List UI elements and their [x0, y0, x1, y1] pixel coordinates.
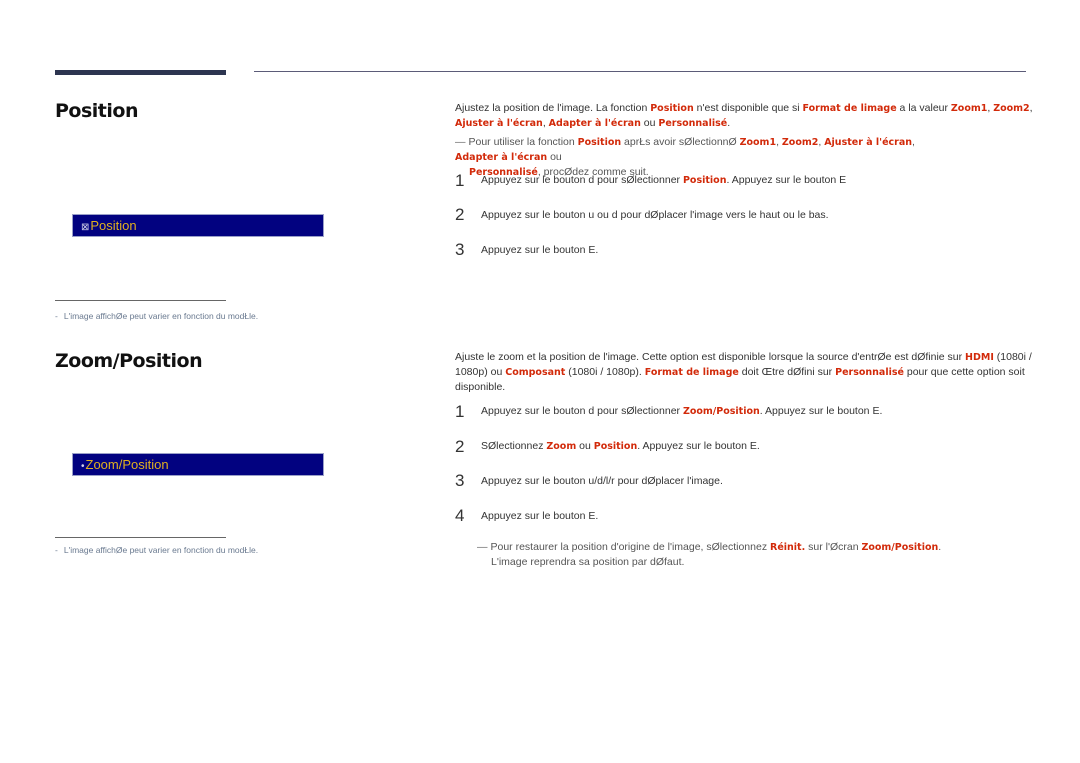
section1-intro: Ajustez la position de l'image. La fonct… — [455, 102, 1033, 129]
term-position: Position — [650, 103, 694, 114]
header-rule — [254, 71, 1026, 72]
term-reinit: Réinit. — [770, 542, 806, 553]
footnote-text: L'image affichØe peut varier en fonction… — [63, 545, 259, 555]
osd-label: Zoom/Position — [85, 457, 169, 472]
term-adapter: Adapter à l'écran — [548, 118, 641, 129]
term-zoom1: Zoom1 — [950, 103, 988, 114]
step: 2 Appuyez sur le bouton u ou d pour dØpla… — [455, 205, 829, 225]
section2-note: ― Pour restaurer la position d'origine de… — [477, 541, 942, 568]
section2-intro: Ajuste le zoom et la position de l'image… — [455, 351, 1032, 393]
footnote-text: L'image affichØe peut varier en fonction… — [63, 311, 259, 321]
step: 1 Appuyez sur le bouton d pour sØlectionn… — [455, 401, 883, 421]
header-accent-bar — [55, 70, 226, 75]
position-icon: ⊠ — [81, 222, 90, 233]
section-title-zoom-position: Zoom/Position — [55, 350, 203, 372]
footnote: - L'image affichØe peut varier en fonctio… — [55, 311, 259, 321]
note-dash-icon: ― — [477, 541, 488, 553]
note-dash-icon: ― — [455, 136, 466, 148]
term-format-image: Format de limage — [644, 367, 739, 378]
step: 2 SØlectionnez Zoom ou Position. Appuyez … — [455, 436, 760, 456]
osd-label: Position — [90, 218, 137, 233]
footnote: - L'image affichØe peut varier en fonctio… — [55, 545, 259, 555]
term-personnalise: Personnalisé — [658, 118, 728, 129]
term-composant: Composant — [505, 367, 566, 378]
term-hdmi: HDMI — [965, 352, 994, 363]
osd-position-menu: ⊠Position — [72, 214, 324, 237]
term-format-image: Format de limage — [802, 103, 897, 114]
term-ajuster: Ajuster à l'écran — [455, 118, 543, 129]
osd-zoom-position-menu: •Zoom/Position — [72, 453, 324, 476]
term-zoom2: Zoom2 — [993, 103, 1030, 114]
footnote-rule — [55, 537, 226, 538]
term-personnalise: Personnalisé — [835, 367, 904, 378]
step: 1 Appuyez sur le bouton d pour sØlectionn… — [455, 170, 847, 190]
step: 4 Appuyez sur le bouton E. — [455, 506, 599, 526]
step: 3 Appuyez sur le bouton E. — [455, 240, 599, 260]
bullet-icon: • — [81, 461, 85, 472]
section-title-position: Position — [55, 100, 138, 122]
footnote-rule — [55, 300, 226, 301]
step: 3 Appuyez sur le bouton u/d/l/r pour dØpl… — [455, 471, 723, 491]
